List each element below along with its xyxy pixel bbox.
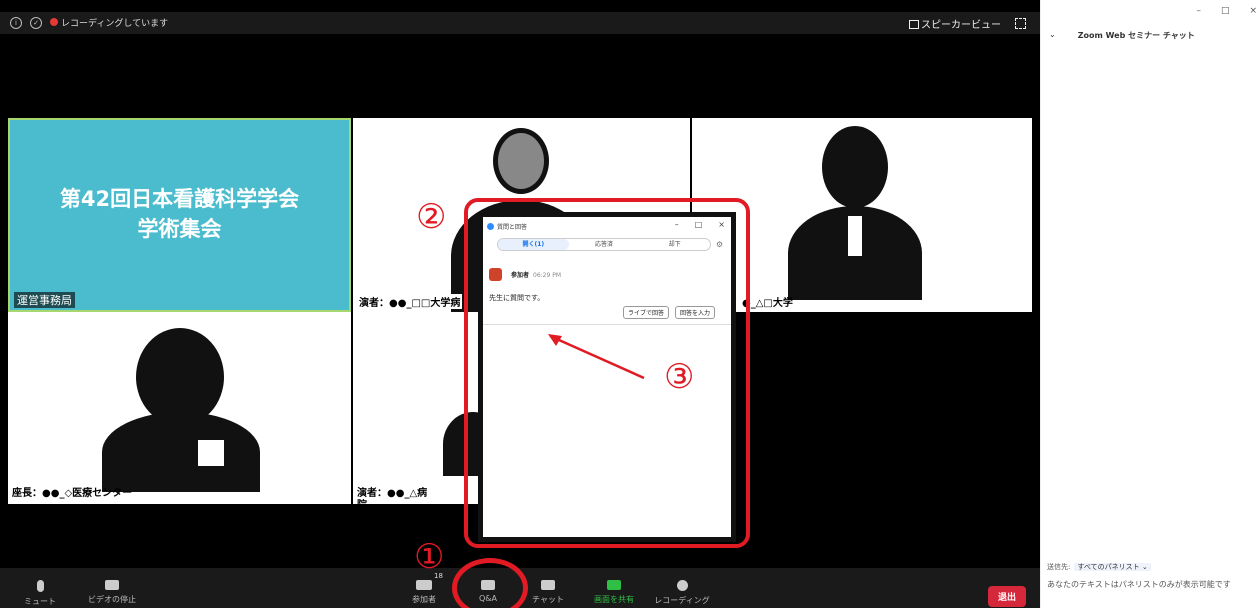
chat-input[interactable]: あなたのテキストはパネリストのみが表示可能です <box>1047 580 1259 590</box>
stop-video-button[interactable]: ビデオの停止 <box>82 580 142 605</box>
annotation-number-3: ③ <box>664 357 695 397</box>
question-time: 06:29 PM <box>533 272 562 279</box>
video-label: ビデオの停止 <box>88 595 136 604</box>
speaker-view-icon <box>909 20 919 29</box>
chat-icon <box>541 580 555 590</box>
chat-label: チャット <box>532 595 564 604</box>
tab-answered[interactable]: 応答済 <box>569 239 640 250</box>
host-title-line1: 第42回日本看護科学学会 <box>59 187 300 211</box>
speaker2-avatar-icon <box>822 126 888 208</box>
meeting-top-bar: i ✓ レコーディングしています スピーカービュー <box>0 12 1040 34</box>
minimize-icon[interactable]: – <box>675 220 679 229</box>
participants-button[interactable]: 参加者 18 <box>394 572 454 605</box>
speaker-view-label: スピーカービュー <box>921 20 1001 31</box>
chat-window-controls: – □ × <box>1196 6 1257 16</box>
chat-header: ⌄ Zoom Web セミナー チャット <box>1049 30 1195 41</box>
share-screen-button[interactable]: 画面を共有 <box>584 580 644 605</box>
annotation-circle-qa <box>452 558 528 608</box>
speaker-view-button[interactable]: スピーカービュー <box>909 16 1001 31</box>
fullscreen-icon[interactable] <box>1015 18 1026 29</box>
speaker2-tie <box>848 216 862 256</box>
chevron-down-icon[interactable]: ⌄ <box>1049 30 1056 41</box>
speaker1-avatar-icon <box>493 128 549 194</box>
recording-indicator: レコーディングしています <box>50 16 168 29</box>
recording-dot-icon <box>50 18 58 26</box>
answer-live-button[interactable]: ライブで回答 <box>623 306 670 319</box>
qa-tabs: 開く(1) 応答済 却下 <box>497 238 711 251</box>
questioner-avatar <box>489 268 502 281</box>
qa-titlebar: 質問と回答 – □ × <box>483 217 731 235</box>
recording-label: レコーディングしています <box>61 19 169 29</box>
chat-panel: – □ × ⌄ Zoom Web セミナー チャット 送信先: すべてのパネリスト… <box>1040 0 1259 608</box>
type-answer-button[interactable]: 回答を入力 <box>675 306 716 319</box>
medical-cross-icon <box>198 440 224 466</box>
maximize-icon[interactable]: □ <box>695 220 703 229</box>
top-bar-left: i ✓ レコーディングしています <box>10 16 168 29</box>
share-screen-icon <box>607 580 621 590</box>
microphone-icon <box>36 580 44 592</box>
question-text: 先生に質問です。 <box>489 294 545 302</box>
close-icon[interactable]: × <box>718 220 725 229</box>
shield-icon[interactable]: ✓ <box>30 16 42 29</box>
video-tile-chair[interactable]: 座長：●●_◇医療センター <box>8 312 351 504</box>
gear-icon[interactable]: ⚙ <box>716 240 723 249</box>
chat-minimize-icon[interactable]: – <box>1196 6 1201 16</box>
chat-to-label: 送信先: <box>1047 563 1071 571</box>
record-icon <box>676 580 688 591</box>
chair-name-label: 座長：●●_◇医療センター <box>12 488 133 499</box>
qa-title: 質問と回答 <box>497 223 528 231</box>
leave-button[interactable]: 退出 <box>987 586 1026 607</box>
host-name-label: 運営事務局 <box>14 292 75 308</box>
video-camera-icon <box>105 580 119 590</box>
chat-recipient-select[interactable]: すべてのパネリスト ⌄ <box>1074 563 1151 571</box>
author-name: 参加者 <box>511 272 530 279</box>
qa-window-controls: – □ × <box>675 220 725 229</box>
video-tile-host[interactable]: 第42回日本看護科学学会 学術集会 運営事務局 <box>8 118 351 312</box>
tab-dismissed[interactable]: 却下 <box>639 239 710 250</box>
speaker3-name-label-2: 院 <box>357 496 367 504</box>
annotation-arrow <box>548 334 645 380</box>
chair-body <box>102 412 260 492</box>
participants-label: 参加者 <box>412 595 436 604</box>
annotation-number-2: ② <box>416 197 447 237</box>
zoom-logo-icon <box>487 222 494 230</box>
recording-button-label: レコーディング <box>654 596 710 605</box>
chat-maximize-icon[interactable]: □ <box>1221 6 1230 16</box>
top-bar-right: スピーカービュー <box>909 16 1026 31</box>
host-title-line2: 学術集会 <box>137 217 222 241</box>
qa-question-item: 参加者 06:29 PM 先生に質問です。 ライブで回答 回答を入力 <box>483 261 731 325</box>
tab-open[interactable]: 開く(1) <box>498 239 569 250</box>
participants-icon <box>416 580 432 590</box>
app-root: i ✓ レコーディングしています スピーカービュー 第42回日本看護科学学会 学… <box>0 0 1259 608</box>
question-author: 参加者 06:29 PM <box>511 270 561 279</box>
annotation-number-1: ① <box>414 537 445 577</box>
mute-button[interactable]: ミュート <box>10 580 70 607</box>
chat-close-icon[interactable]: × <box>1249 6 1257 16</box>
info-icon[interactable]: i <box>10 16 22 29</box>
speaker3-name-label: 演者：●●_△病 <box>357 488 428 499</box>
chat-recipient: 送信先: すべてのパネリスト ⌄ <box>1047 562 1151 572</box>
recording-button[interactable]: レコーディング <box>652 580 712 606</box>
arrow-line <box>549 334 645 380</box>
chat-title: Zoom Web セミナー チャット <box>1077 31 1195 40</box>
speaker1-name-label: 演者：●●_□□大学病 <box>357 294 463 309</box>
meeting-window: i ✓ レコーディングしています スピーカービュー 第42回日本看護科学学会 学… <box>0 0 1040 608</box>
mute-label: ミュート <box>24 597 56 606</box>
host-slide-title: 第42回日本看護科学学会 学術集会 <box>10 184 349 244</box>
share-label: 画面を共有 <box>594 595 634 604</box>
